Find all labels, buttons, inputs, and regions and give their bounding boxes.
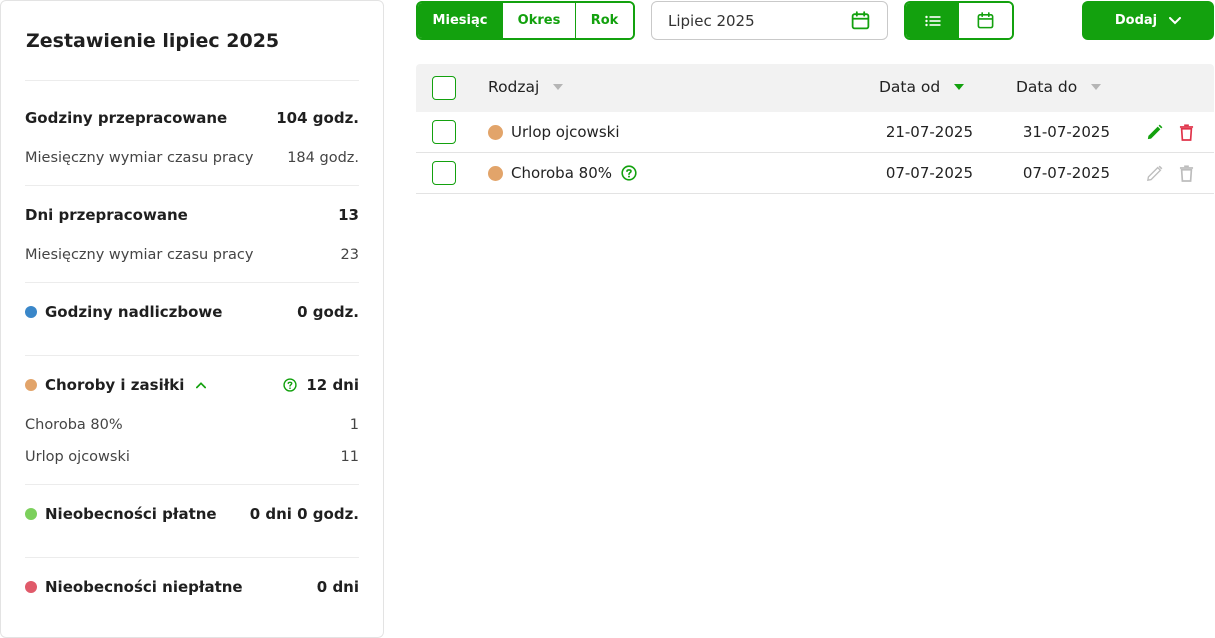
pencil-icon xyxy=(1147,124,1162,139)
row-date-to: 31-07-2025 xyxy=(1022,123,1110,141)
row-type-label: Choroba 80% xyxy=(511,164,612,182)
row-date-to: 07-07-2025 xyxy=(1022,164,1110,182)
worked-days-row: Dni przepracowane 13 xyxy=(25,204,359,226)
divider xyxy=(25,484,359,485)
edit-button[interactable] xyxy=(1144,122,1164,142)
sickness-item-label: Choroba 80% xyxy=(25,417,123,433)
list-icon xyxy=(924,15,940,26)
sickness-dot xyxy=(25,379,37,391)
trash-icon xyxy=(1179,123,1193,141)
delete-button[interactable] xyxy=(1176,122,1196,142)
calendar-icon xyxy=(977,12,994,29)
column-header-type[interactable]: Rodzaj xyxy=(488,78,564,96)
paid-absence-value: 0 dni 0 godz. xyxy=(249,505,359,523)
sickness-item-value: 1 xyxy=(349,417,359,433)
divider xyxy=(25,282,359,283)
overtime-dot xyxy=(25,306,37,318)
sickness-value: 12 dni xyxy=(306,376,359,394)
paid-absence-dot xyxy=(25,508,37,520)
column-header-date-from-label: Data od xyxy=(879,78,941,96)
monthly-days-norm-value: 23 xyxy=(340,247,359,263)
row-type-cell: Urlop ojcowski xyxy=(488,123,620,141)
divider xyxy=(25,80,359,81)
list-view-button[interactable] xyxy=(906,3,959,38)
view-toggle xyxy=(904,1,1014,40)
paid-absence-label: Nieobecności płatne xyxy=(45,505,217,523)
unpaid-absence-dot xyxy=(25,581,37,593)
pencil-icon xyxy=(1146,165,1162,181)
divider xyxy=(25,557,359,558)
divider xyxy=(25,355,359,356)
worked-hours-row: Godziny przepracowane 104 godz. xyxy=(25,107,359,129)
add-button[interactable]: Dodaj xyxy=(1082,1,1214,40)
range-selector: Miesiąc Okres Rok xyxy=(416,1,635,40)
edit-button-disabled xyxy=(1144,163,1164,183)
monthly-days-norm-label: Miesięczny wymiar czasu pracy xyxy=(25,247,254,263)
absence-type-dot xyxy=(488,124,503,140)
worked-days-value: 13 xyxy=(338,206,359,224)
sickness-row[interactable]: Choroby i zasiłki 12 dni xyxy=(25,374,359,396)
divider xyxy=(25,185,359,186)
column-header-date-to[interactable]: Data do xyxy=(1016,78,1102,96)
monthly-hours-norm-label: Miesięczny wymiar czasu pracy xyxy=(25,150,254,166)
month-picker-value: Lipiec 2025 xyxy=(668,11,755,30)
select-all-checkbox[interactable] xyxy=(432,76,456,100)
trash-icon xyxy=(1179,164,1193,182)
delete-button-disabled xyxy=(1176,163,1196,183)
sickness-item-value: 11 xyxy=(340,449,359,465)
sort-caret-icon xyxy=(553,84,564,90)
column-header-date-from[interactable]: Data od xyxy=(879,78,965,96)
row-date-from: 07-07-2025 xyxy=(885,164,973,182)
sort-caret-icon xyxy=(1091,84,1102,90)
add-button-label: Dodaj xyxy=(1114,13,1158,28)
column-header-date-to-label: Data do xyxy=(1016,78,1078,96)
overtime-label: Godziny nadliczbowe xyxy=(45,303,223,321)
monthly-hours-norm-row: Miesięczny wymiar czasu pracy 184 godz. xyxy=(25,147,359,169)
tab-year[interactable]: Rok xyxy=(575,3,633,38)
month-picker-field[interactable]: Lipiec 2025 xyxy=(651,1,888,40)
chevron-up-icon[interactable] xyxy=(196,380,207,390)
row-checkbox[interactable] xyxy=(432,120,456,144)
paid-absence-row: Nieobecności płatne 0 dni 0 godz. xyxy=(25,503,359,525)
worked-hours-value: 104 godz. xyxy=(276,109,359,127)
summary-title: Zestawienie lipiec 2025 xyxy=(26,30,280,52)
sickness-item: Choroba 80% 1 xyxy=(25,414,359,436)
column-header-type-label: Rodzaj xyxy=(488,78,540,96)
row-type-cell: Choroba 80% xyxy=(488,164,637,182)
chevron-down-icon xyxy=(1169,16,1182,24)
unpaid-absence-row: Nieobecności niepłatne 0 dni xyxy=(25,576,359,598)
help-icon[interactable] xyxy=(621,165,637,181)
worked-hours-label: Godziny przepracowane xyxy=(25,109,228,127)
table-row[interactable]: Choroba 80% 07-07-2025 07-07-2025 xyxy=(416,153,1214,194)
unpaid-absence-label: Nieobecności niepłatne xyxy=(45,578,243,596)
overtime-row: Godziny nadliczbowe 0 godz. xyxy=(25,301,359,323)
sickness-item-label: Urlop ojcowski xyxy=(25,449,130,465)
row-checkbox[interactable] xyxy=(432,161,456,185)
help-icon[interactable] xyxy=(283,378,297,392)
sickness-label: Choroby i zasiłki xyxy=(45,376,185,394)
unpaid-absence-value: 0 dni xyxy=(316,578,359,596)
worked-days-label: Dni przepracowane xyxy=(25,206,188,224)
tab-period[interactable]: Okres xyxy=(502,3,575,38)
overtime-value: 0 godz. xyxy=(297,303,359,321)
row-type-label: Urlop ojcowski xyxy=(511,123,620,141)
monthly-hours-norm-value: 184 godz. xyxy=(287,150,359,166)
summary-panel: Zestawienie lipiec 2025 Godziny przeprac… xyxy=(0,0,384,638)
sort-caret-icon xyxy=(954,84,965,90)
table-header: Rodzaj Data od Data do xyxy=(416,64,1214,112)
sickness-item: Urlop ojcowski 11 xyxy=(25,446,359,468)
table-row[interactable]: Urlop ojcowski 21-07-2025 31-07-2025 xyxy=(416,112,1214,153)
monthly-days-norm-row: Miesięczny wymiar czasu pracy 23 xyxy=(25,244,359,266)
calendar-icon[interactable] xyxy=(850,10,871,31)
row-date-from: 21-07-2025 xyxy=(885,123,973,141)
absence-type-dot xyxy=(488,165,503,181)
tab-month[interactable]: Miesiąc xyxy=(418,3,502,38)
calendar-view-button[interactable] xyxy=(959,3,1012,38)
